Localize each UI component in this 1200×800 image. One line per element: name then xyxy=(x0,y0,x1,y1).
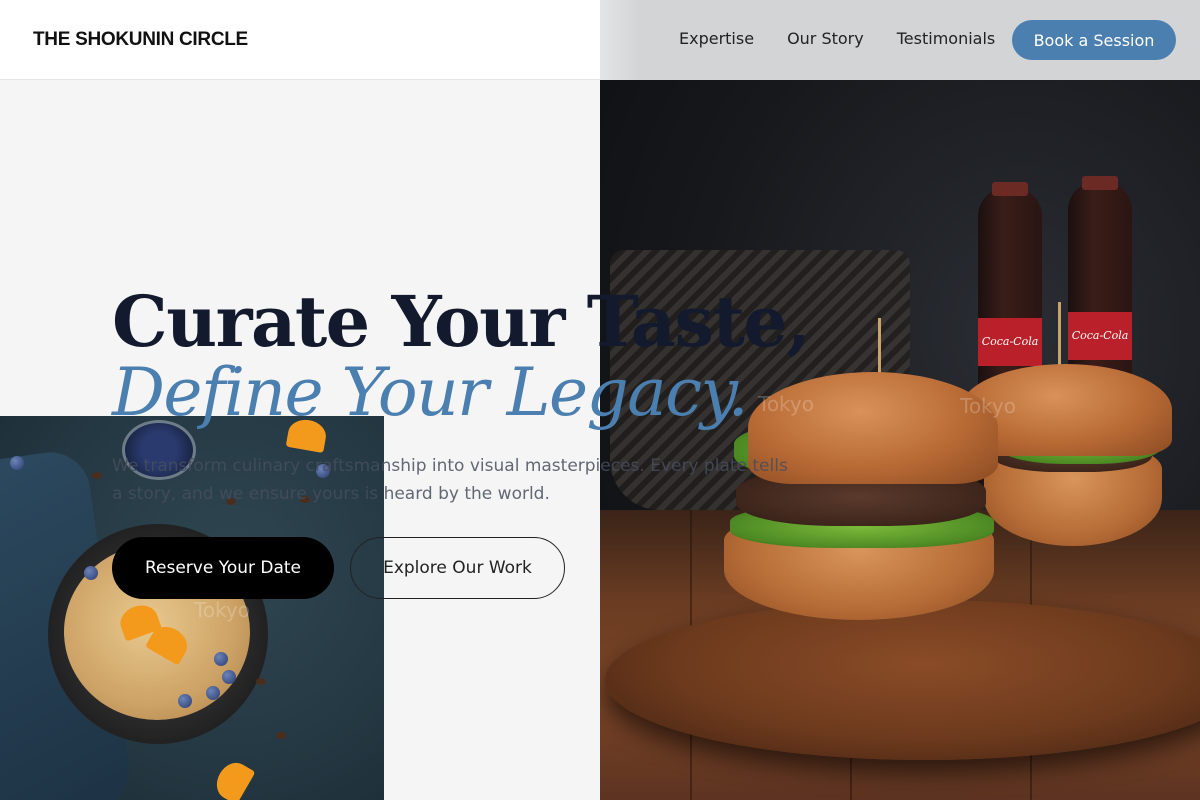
nav-link-expertise[interactable]: Expertise xyxy=(679,29,754,48)
reserve-date-button[interactable]: Reserve Your Date xyxy=(112,537,334,599)
watermark-text: Tokyo xyxy=(960,394,1016,418)
watermark-text: Tokyo xyxy=(194,598,250,622)
brand-logo[interactable]: THE SHOKUNIN CIRCLE xyxy=(33,29,248,51)
nav-link-our-story[interactable]: Our Story xyxy=(787,29,864,48)
burgers-photo: Coca‑Cola Coca‑Cola xyxy=(600,80,1200,800)
hero-subtitle: We transform culinary craftsmanship into… xyxy=(112,456,788,504)
explore-work-button[interactable]: Explore Our Work xyxy=(350,537,565,599)
book-session-button[interactable]: Book a Session xyxy=(1012,20,1176,60)
watermark-text: Tokyo xyxy=(758,392,814,416)
hero-title-line-1: Curate Your Taste, xyxy=(112,280,811,363)
main-nav: Expertise Our Story Testimonials xyxy=(679,29,995,48)
nav-link-testimonials[interactable]: Testimonials xyxy=(897,29,996,48)
site-header: THE SHOKUNIN CIRCLE Expertise Our Story … xyxy=(0,0,1200,80)
hero-title-line-2: Define Your Legacy. xyxy=(112,354,749,431)
